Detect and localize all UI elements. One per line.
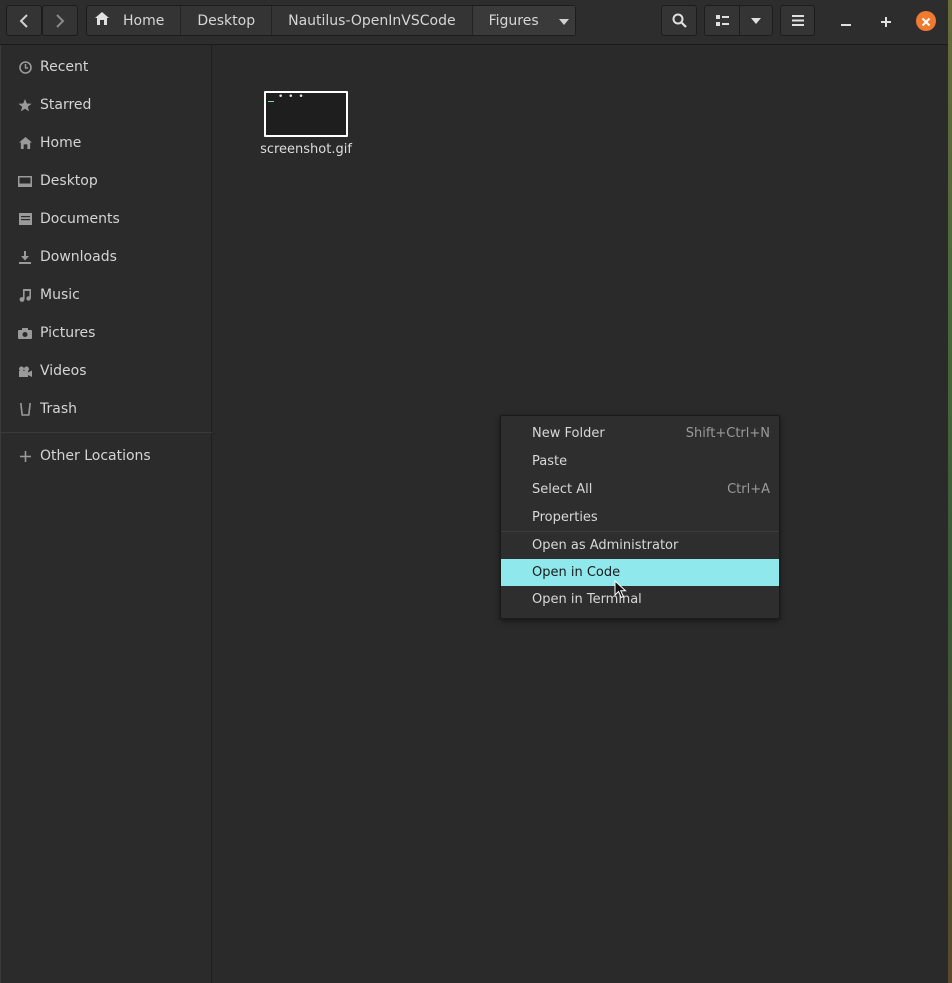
download-icon [18,250,32,264]
minimize-button[interactable] [837,12,855,30]
desktop-icon [18,174,32,188]
sidebar-item-other-locations[interactable]: Other Locations [1,437,212,475]
sidebar-item-downloads[interactable]: Downloads [1,238,212,276]
minimize-icon [841,12,851,31]
sidebar-item-label: Pictures [40,325,96,341]
mouse-pointer-icon [614,579,627,603]
breadcrumb-label: Desktop [197,12,256,29]
menu-item-label: Open as Administrator [532,538,679,553]
back-button[interactable] [6,5,42,36]
breadcrumb-label: Nautilus-OpenInVSCode [288,12,456,29]
desktop-background-edge [948,0,952,983]
plus-icon [881,12,891,31]
menu-item-label: Properties [532,510,598,525]
breadcrumb-label: Figures [488,12,539,29]
menu-item-open-in-code[interactable]: Open in Code [501,559,779,586]
trash-icon [18,402,32,416]
sidebar-item-trash[interactable]: Trash [1,390,212,428]
menu-item-select-all[interactable]: Select All Ctrl+A [501,476,779,503]
breadcrumb-nautilus-openinvscode[interactable]: Nautilus-OpenInVSCode [272,6,473,35]
triangle-down-icon[interactable] [558,13,569,29]
sidebar-item-label: Documents [40,211,120,227]
clock-icon [18,60,32,74]
menu-item-open-as-administrator[interactable]: Open as Administrator [501,532,779,559]
forward-button[interactable] [42,5,78,36]
sidebar-item-label: Other Locations [40,448,151,464]
sidebar: Recent Starred Home Desktop Documents Do… [0,45,212,983]
close-icon [921,12,931,31]
sidebar-item-videos[interactable]: Videos [1,352,212,390]
music-icon [18,288,32,302]
breadcrumb-desktop[interactable]: Desktop [181,6,273,35]
menu-item-new-folder[interactable]: New Folder Shift+Ctrl+N [501,420,779,447]
sidebar-item-documents[interactable]: Documents [1,200,212,238]
sidebar-separator [1,432,212,433]
plus-icon [18,449,32,463]
menu-item-open-in-terminal[interactable]: Open in Terminal [501,586,779,613]
sidebar-item-starred[interactable]: Starred [1,86,212,124]
video-icon [18,364,32,378]
maximize-button[interactable] [877,12,895,30]
breadcrumb-label: Home [123,12,165,29]
file-thumbnail[interactable]: • • • [264,91,348,137]
search-button[interactable] [661,5,697,36]
sidebar-item-label: Desktop [40,173,98,189]
close-button[interactable] [916,11,936,31]
sidebar-item-label: Recent [40,59,89,75]
menu-item-label: Select All [532,482,593,497]
sidebar-item-label: Trash [40,401,77,417]
camera-icon [18,326,32,340]
star-icon [18,98,32,112]
breadcrumb: Home Desktop Nautilus-OpenInVSCode Figur… [86,5,576,36]
sidebar-item-pictures[interactable]: Pictures [1,314,212,352]
view-options-button[interactable] [739,5,773,36]
menu-item-label: New Folder [532,426,605,441]
view-toggle-button[interactable] [704,5,740,36]
menu-item-properties[interactable]: Properties [501,504,779,531]
main-menu-button[interactable] [780,5,815,36]
menu-item-shortcut: Ctrl+A [727,482,770,497]
sidebar-item-desktop[interactable]: Desktop [1,162,212,200]
menu-item-paste[interactable]: Paste [501,448,779,475]
breadcrumb-home[interactable]: Home [87,6,182,35]
document-icon [18,212,32,226]
breadcrumb-figures[interactable]: Figures [472,6,575,35]
sidebar-item-label: Home [40,135,82,151]
triangle-down-icon [751,17,761,24]
sidebar-item-label: Downloads [40,249,117,265]
menu-item-label: Open in Code [532,565,621,580]
hamburger-icon [791,15,804,26]
list-view-icon [715,14,729,27]
thumbnail-dots: • • • [278,92,305,102]
sidebar-item-music[interactable]: Music [1,276,212,314]
header-bar: Home Desktop Nautilus-OpenInVSCode Figur… [0,0,948,45]
sidebar-item-recent[interactable]: Recent [1,48,212,86]
context-menu: New Folder Shift+Ctrl+N Paste Select All… [500,415,780,619]
thumbnail-cursor [268,101,274,102]
home-icon [18,136,32,150]
search-icon [672,13,687,28]
sidebar-item-label: Starred [40,97,92,113]
menu-item-shortcut: Shift+Ctrl+N [685,426,770,441]
menu-item-label: Paste [532,454,568,469]
sidebar-item-label: Music [40,287,80,303]
chevron-right-icon [55,13,65,28]
home-icon [95,12,123,29]
sidebar-item-home[interactable]: Home [1,124,212,162]
sidebar-item-label: Videos [40,363,87,379]
file-name[interactable]: screenshot.gif [253,142,359,157]
chevron-left-icon [19,13,29,28]
